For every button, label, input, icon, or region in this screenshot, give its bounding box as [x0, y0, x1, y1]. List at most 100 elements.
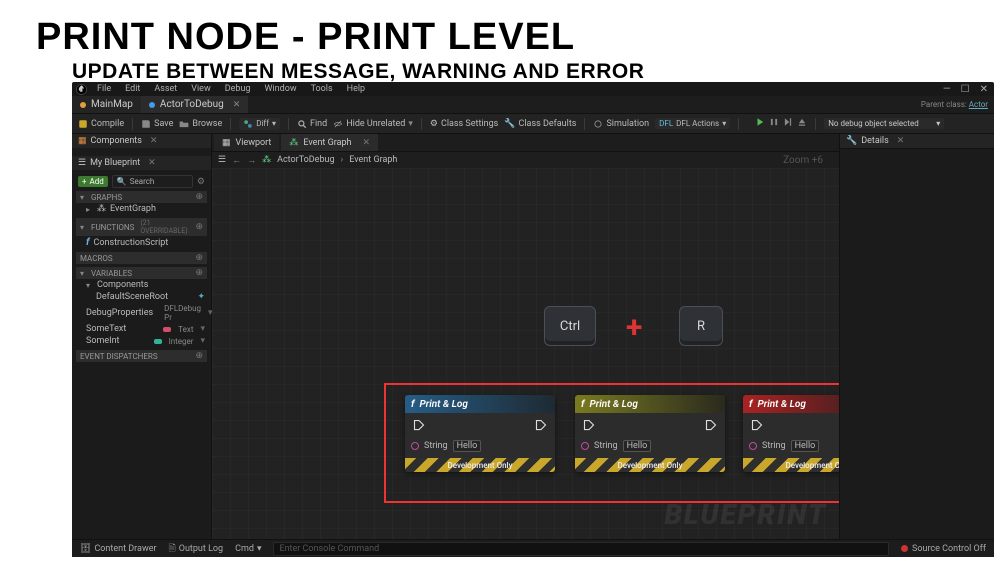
tab-eventgraph[interactable]: ⁂Event Graph✕ [281, 134, 378, 151]
wrench-icon: 🔧 [846, 136, 857, 146]
print-node-error[interactable]: fPrint & Log StringHello Development Onl… [743, 395, 839, 472]
window-close-icon[interactable]: ✕ [980, 84, 988, 95]
status-bar: 🗄Content Drawer 🗎Output Log Cmd ▾ Enter … [72, 539, 994, 557]
dfl-actions-button[interactable]: DFLDFL Actions▾ [655, 118, 730, 129]
add-icon[interactable]: ⊕ [195, 268, 203, 278]
grid-icon: ▦ [78, 136, 87, 146]
map-icon [80, 102, 86, 108]
close-icon[interactable]: ✕ [148, 158, 156, 168]
breadcrumb-menu-icon[interactable]: ☰ [218, 155, 226, 165]
var-some-int[interactable]: SomeIntInteger▾ [76, 335, 207, 347]
add-icon[interactable]: ⊕ [195, 351, 203, 361]
close-icon[interactable]: ✕ [233, 100, 241, 110]
dev-only-banner: Development Only [575, 458, 725, 472]
cmd-prefix[interactable]: Cmd ▾ [235, 544, 261, 554]
menu-edit[interactable]: Edit [121, 84, 144, 94]
add-icon[interactable]: ⊕ [195, 222, 203, 232]
step-button[interactable] [783, 117, 793, 130]
exec-out-pin[interactable] [705, 419, 717, 434]
chevron-down-icon[interactable]: ▾ [200, 336, 205, 346]
nav-fwd-icon[interactable]: → [247, 155, 256, 166]
close-icon[interactable]: ✕ [150, 136, 158, 146]
var-debug-properties[interactable]: DebugPropertiesDFLDebug Pr▾ [76, 303, 207, 323]
add-icon[interactable]: ⊕ [195, 253, 203, 263]
pause-button[interactable] [769, 117, 779, 130]
compile-button[interactable]: Compile [78, 119, 124, 129]
search-input[interactable]: 🔍Search [112, 175, 193, 188]
browse-button[interactable]: Browse [179, 119, 222, 129]
menu-tools[interactable]: Tools [307, 84, 337, 94]
class-settings-button[interactable]: ⚙Class Settings [430, 119, 498, 129]
chevron-down-icon[interactable]: ▾ [200, 324, 205, 334]
exec-in-pin[interactable] [751, 419, 763, 434]
section-dispatchers[interactable]: EVENT DISPATCHERS⊕ [76, 350, 207, 362]
var-group-components[interactable]: Components [76, 279, 207, 291]
tree-constructscript[interactable]: fConstructionScript [76, 236, 207, 249]
var-some-text[interactable]: SomeTextText▾ [76, 323, 207, 335]
close-icon[interactable]: ✕ [363, 138, 371, 148]
string-pin[interactable] [581, 442, 589, 450]
tab-viewport[interactable]: ▦Viewport [214, 134, 279, 151]
myblueprint-panel-tab[interactable]: ☰ My Blueprint ✕ [72, 156, 211, 170]
menu-help[interactable]: Help [343, 84, 369, 94]
simulation-button[interactable]: Simulation [593, 119, 649, 129]
exec-in-pin[interactable] [413, 419, 425, 434]
graph-canvas[interactable]: Ctrl + R fPrint & Log StringHello Develo… [212, 168, 839, 539]
pin-value[interactable]: Hello [791, 440, 820, 452]
class-defaults-button[interactable]: 🔧Class Defaults [504, 119, 576, 129]
var-default-scene-root[interactable]: DefaultSceneRoot✦ [76, 291, 207, 303]
output-log-button[interactable]: 🗎Output Log [169, 541, 224, 557]
tree-eventgraph-label: EventGraph [110, 204, 156, 214]
drawer-label: Content Drawer [94, 544, 156, 554]
diff-button[interactable]: Diff▾ [239, 118, 280, 130]
exec-out-pin[interactable] [535, 419, 547, 434]
menu-debug[interactable]: Debug [221, 84, 255, 94]
details-panel-tab[interactable]: 🔧 Details ✕ [840, 134, 994, 149]
section-functions-label: FUNCTIONS [91, 223, 134, 232]
search-icon: 🔍 [117, 177, 127, 186]
section-graphs[interactable]: GRAPHS⊕ [76, 191, 207, 203]
doc-tab-map[interactable]: MainMap [72, 96, 141, 113]
function-icon: f [86, 237, 89, 248]
print-node-message[interactable]: fPrint & Log StringHello Development Onl… [405, 395, 555, 472]
section-functions[interactable]: FUNCTIONS (21 OVERRIDABLE)⊕ [76, 218, 207, 236]
nav-back-icon[interactable]: ← [232, 155, 241, 166]
save-button[interactable]: Save [141, 119, 173, 129]
parent-class-link[interactable]: Actor [969, 100, 988, 109]
debug-object-selector[interactable]: No debug object selected▾ [824, 118, 944, 129]
toolbar: Compile Save Browse Diff▾ Find Hide Unre… [72, 114, 994, 134]
crumb-graph[interactable]: Event Graph [349, 155, 397, 165]
pin-value[interactable]: Hello [623, 440, 652, 452]
window-minimize-icon[interactable]: — [943, 84, 951, 95]
close-icon[interactable]: ✕ [897, 136, 905, 146]
eject-button[interactable] [797, 117, 807, 130]
find-button[interactable]: Find [297, 119, 327, 129]
menu-window[interactable]: Window [260, 84, 300, 94]
pin-value[interactable]: Hello [453, 440, 482, 452]
search-placeholder: Search [130, 177, 155, 186]
tree-eventgraph[interactable]: ⁂EventGraph [76, 203, 207, 215]
gear-icon[interactable]: ⚙ [197, 177, 205, 187]
string-pin[interactable] [411, 442, 419, 450]
console-input[interactable]: Enter Console Command [273, 542, 889, 556]
section-variables[interactable]: VARIABLES⊕ [76, 267, 207, 279]
play-button[interactable] [755, 117, 765, 130]
hide-unrelated-button[interactable]: Hide Unrelated▾ [333, 119, 413, 129]
content-drawer-button[interactable]: 🗄Content Drawer [80, 544, 157, 554]
doc-tab-blueprint[interactable]: ActorToDebug ✕ [141, 96, 248, 113]
components-panel-tab[interactable]: ▦ Components ✕ [72, 134, 211, 148]
scene-icon: ✦ [197, 292, 205, 302]
add-icon[interactable]: ⊕ [195, 192, 203, 202]
add-button[interactable]: + Add [78, 176, 108, 187]
outputlog-label: Output Log [179, 544, 223, 554]
menu-view[interactable]: View [187, 84, 214, 94]
section-macros[interactable]: MACROS⊕ [76, 252, 207, 264]
window-maximize-icon[interactable]: ☐ [961, 84, 970, 95]
crumb-actor[interactable]: ActorToDebug [277, 155, 334, 165]
string-pin[interactable] [749, 442, 757, 450]
exec-in-pin[interactable] [583, 419, 595, 434]
menu-file[interactable]: File [93, 84, 115, 94]
print-node-warning[interactable]: fPrint & Log StringHello Development Onl… [575, 395, 725, 472]
source-control[interactable]: Source Control Off [901, 544, 986, 554]
menu-asset[interactable]: Asset [150, 84, 181, 94]
